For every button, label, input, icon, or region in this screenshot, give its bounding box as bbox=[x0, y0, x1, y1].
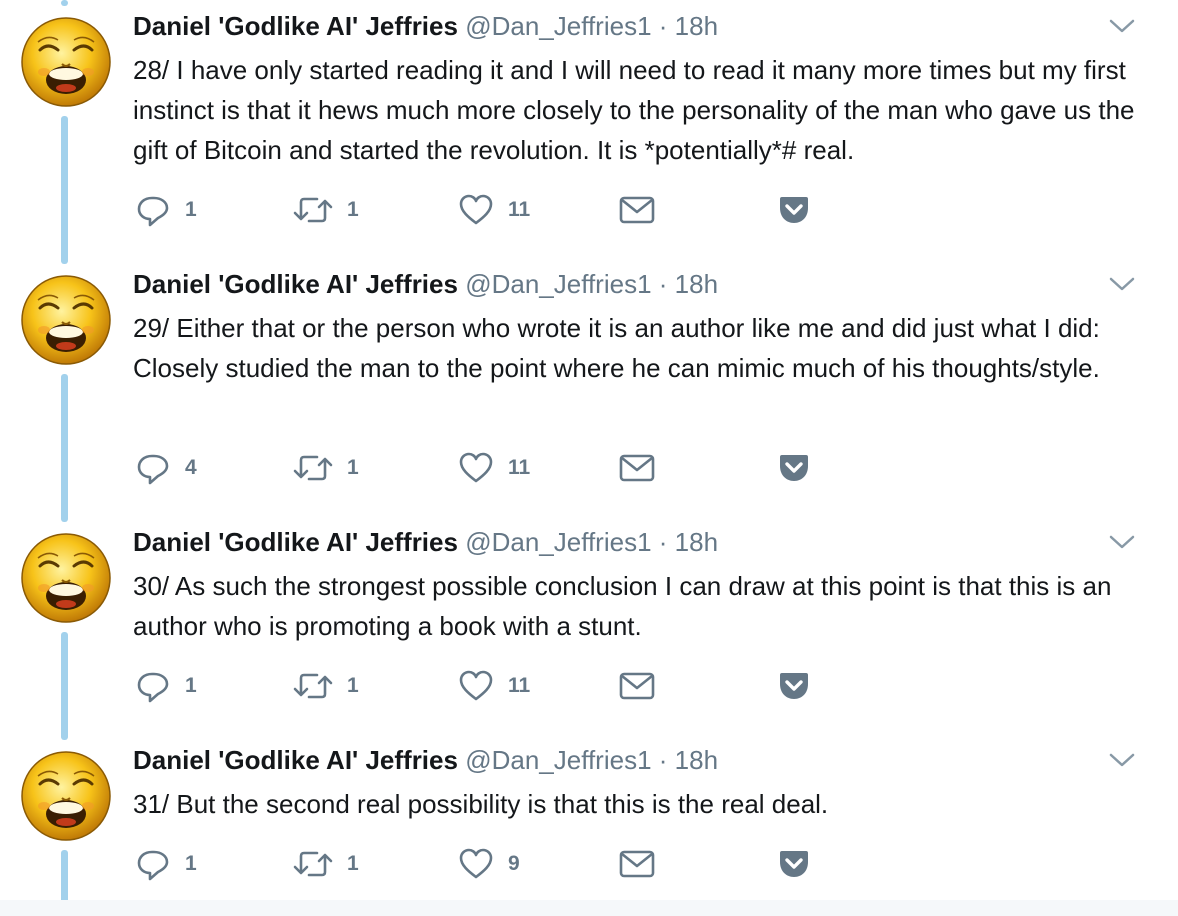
envelope-icon bbox=[619, 671, 655, 701]
dm-button[interactable] bbox=[619, 190, 655, 230]
author-handle[interactable]: @Dan_Jeffries1 bbox=[465, 745, 651, 775]
reply-button[interactable]: 1 bbox=[135, 190, 197, 230]
dm-button[interactable] bbox=[619, 448, 655, 488]
tweet[interactable]: Daniel 'Godlike AI' Jeffries @Dan_Jeffri… bbox=[0, 734, 1178, 900]
retweet-button[interactable]: 1 bbox=[293, 666, 359, 706]
tweet-header: Daniel 'Godlike AI' Jeffries @Dan_Jeffri… bbox=[133, 744, 718, 776]
pocket-icon bbox=[778, 453, 810, 483]
tweet[interactable]: Daniel 'Godlike AI' Jeffries @Dan_Jeffri… bbox=[0, 0, 1178, 258]
pocket-icon bbox=[778, 849, 810, 879]
like-button[interactable]: 11 bbox=[458, 666, 530, 706]
timestamp[interactable]: 18h bbox=[675, 269, 718, 299]
retweet-count: 1 bbox=[347, 198, 359, 221]
author-handle[interactable]: @Dan_Jeffries1 bbox=[465, 527, 651, 557]
heart-icon bbox=[458, 846, 494, 882]
reply-count: 1 bbox=[185, 852, 197, 875]
avatar[interactable] bbox=[18, 748, 114, 844]
avatar[interactable] bbox=[18, 530, 114, 626]
like-button[interactable]: 9 bbox=[458, 844, 520, 884]
tweet-text: 31/ But the second real possibility is t… bbox=[133, 789, 829, 819]
heart-icon bbox=[458, 668, 494, 704]
retweet-icon bbox=[293, 450, 333, 486]
separator-dot: · bbox=[658, 269, 668, 299]
retweet-icon bbox=[293, 668, 333, 704]
separator-dot: · bbox=[658, 11, 668, 41]
author-name[interactable]: Daniel 'Godlike AI' Jeffries bbox=[133, 527, 458, 557]
author-handle[interactable]: @Dan_Jeffries1 bbox=[465, 11, 651, 41]
like-button[interactable]: 11 bbox=[458, 190, 530, 230]
tweet-actions: 4 1 11 bbox=[133, 448, 833, 488]
separator-dot: · bbox=[658, 527, 668, 557]
pocket-button[interactable] bbox=[778, 844, 810, 884]
retweet-button[interactable]: 1 bbox=[293, 190, 359, 230]
reply-count: 1 bbox=[185, 198, 197, 221]
timeline-footer bbox=[0, 900, 1178, 916]
tweet-header: Daniel 'Godlike AI' Jeffries @Dan_Jeffri… bbox=[133, 268, 718, 300]
pocket-button[interactable] bbox=[778, 448, 810, 488]
envelope-icon bbox=[619, 453, 655, 483]
retweet-count: 1 bbox=[347, 456, 359, 479]
reply-icon bbox=[135, 668, 171, 704]
like-count: 9 bbox=[508, 852, 520, 875]
reply-icon bbox=[135, 192, 171, 228]
envelope-icon bbox=[619, 849, 655, 879]
retweet-button[interactable]: 1 bbox=[293, 448, 359, 488]
retweet-count: 1 bbox=[347, 852, 359, 875]
author-name[interactable]: Daniel 'Godlike AI' Jeffries bbox=[133, 269, 458, 299]
like-button[interactable]: 11 bbox=[458, 448, 530, 488]
tweet[interactable]: Daniel 'Godlike AI' Jeffries @Dan_Jeffri… bbox=[0, 516, 1178, 734]
tweet-header: Daniel 'Godlike AI' Jeffries @Dan_Jeffri… bbox=[133, 526, 718, 558]
avatar[interactable] bbox=[18, 272, 114, 368]
retweet-count: 1 bbox=[347, 674, 359, 697]
chevron-down-icon[interactable] bbox=[1108, 532, 1136, 552]
tweet[interactable]: Daniel 'Godlike AI' Jeffries @Dan_Jeffri… bbox=[0, 258, 1178, 516]
pocket-icon bbox=[778, 195, 810, 225]
author-handle[interactable]: @Dan_Jeffries1 bbox=[465, 269, 651, 299]
dm-button[interactable] bbox=[619, 844, 655, 884]
avatar[interactable] bbox=[18, 14, 114, 110]
envelope-icon bbox=[619, 195, 655, 225]
reply-icon bbox=[135, 846, 171, 882]
timestamp[interactable]: 18h bbox=[675, 745, 718, 775]
retweet-button[interactable]: 1 bbox=[293, 844, 359, 884]
reply-button[interactable]: 4 bbox=[135, 448, 197, 488]
tweet-header: Daniel 'Godlike AI' Jeffries @Dan_Jeffri… bbox=[133, 10, 718, 42]
timestamp[interactable]: 18h bbox=[675, 527, 718, 557]
author-name[interactable]: Daniel 'Godlike AI' Jeffries bbox=[133, 745, 458, 775]
tweet-text: 30/ As such the strongest possible concl… bbox=[133, 571, 1112, 641]
reply-button[interactable]: 1 bbox=[135, 666, 197, 706]
retweet-icon bbox=[293, 846, 333, 882]
pocket-button[interactable] bbox=[778, 190, 810, 230]
reply-icon bbox=[135, 450, 171, 486]
tweet-actions: 1 1 9 bbox=[133, 844, 833, 884]
reply-count: 4 bbox=[185, 456, 197, 479]
tweet-thread: Daniel 'Godlike AI' Jeffries @Dan_Jeffri… bbox=[0, 0, 1178, 916]
like-count: 11 bbox=[508, 674, 531, 697]
reply-count: 1 bbox=[185, 674, 197, 697]
reply-button[interactable]: 1 bbox=[135, 844, 197, 884]
tweet-actions: 1 1 11 bbox=[133, 190, 833, 230]
tweet-text: 29/ Either that or the person who wrote … bbox=[133, 313, 1100, 383]
dm-button[interactable] bbox=[619, 666, 655, 706]
chevron-down-icon[interactable] bbox=[1108, 274, 1136, 294]
pocket-icon bbox=[778, 671, 810, 701]
timestamp[interactable]: 18h bbox=[675, 11, 718, 41]
chevron-down-icon[interactable] bbox=[1108, 16, 1136, 36]
pocket-button[interactable] bbox=[778, 666, 810, 706]
tweet-text: 28/ I have only started reading it and I… bbox=[133, 55, 1135, 165]
heart-icon bbox=[458, 450, 494, 486]
chevron-down-icon[interactable] bbox=[1108, 750, 1136, 770]
like-count: 11 bbox=[508, 198, 531, 221]
heart-icon bbox=[458, 192, 494, 228]
retweet-icon bbox=[293, 192, 333, 228]
like-count: 11 bbox=[508, 456, 531, 479]
author-name[interactable]: Daniel 'Godlike AI' Jeffries bbox=[133, 11, 458, 41]
separator-dot: · bbox=[658, 745, 668, 775]
tweet-actions: 1 1 11 bbox=[133, 666, 833, 706]
